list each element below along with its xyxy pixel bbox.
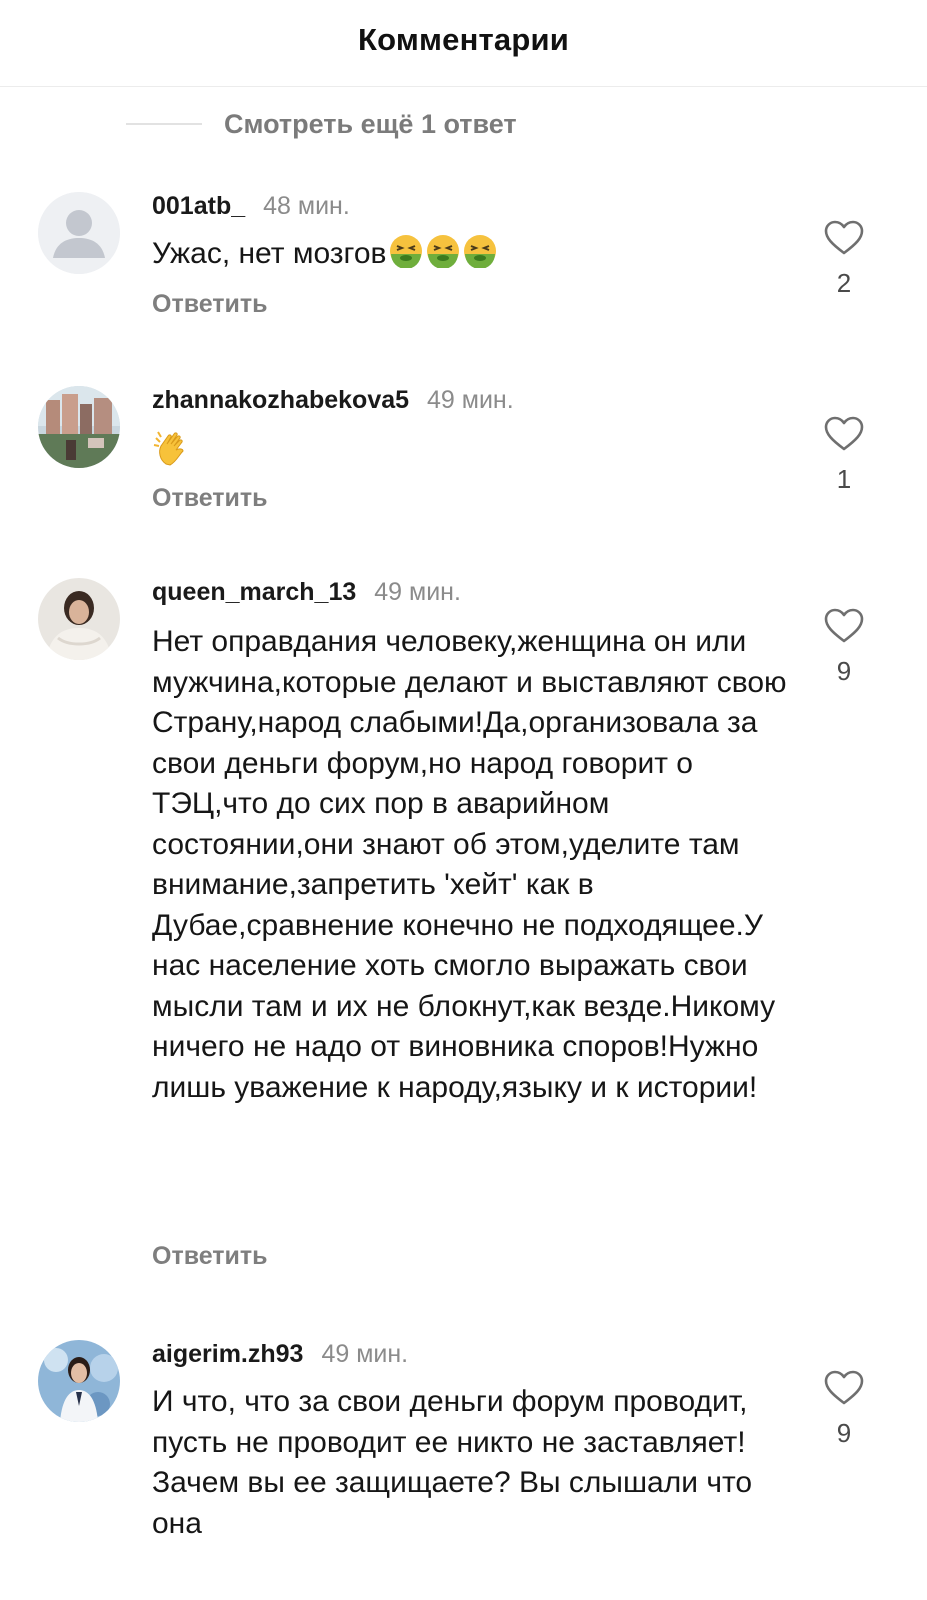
like-control: 2 — [822, 220, 866, 299]
comment-header: zhannakozhabekova5 49 мин. — [152, 386, 514, 415]
reply-button[interactable]: Ответить — [152, 290, 268, 319]
comment-time: 49 мин. — [427, 386, 514, 414]
like-count: 9 — [836, 656, 852, 686]
comment-time: 48 мин. — [263, 192, 350, 220]
comment-header: queen_march_13 49 мин. — [152, 578, 461, 607]
comment-time: 49 мин. — [321, 1340, 409, 1368]
like-control: 1 — [822, 416, 866, 495]
like-count: 1 — [836, 464, 852, 494]
comment-username[interactable]: queen_march_13 — [152, 578, 356, 607]
nauseated-face-icon — [389, 234, 423, 268]
comment-text: И что, что за свои деньги форум проводит… — [152, 1385, 753, 1540]
comment-username[interactable]: 001atb_ — [152, 192, 245, 221]
comment-text: Ужас, нет мозгов — [152, 234, 792, 275]
heart-icon[interactable] — [824, 1370, 864, 1406]
comments-header: Комментарии — [0, 0, 927, 87]
heart-icon[interactable] — [824, 220, 864, 256]
like-control: 9 — [822, 1370, 866, 1449]
nauseated-face-icon — [463, 234, 497, 268]
heart-icon[interactable] — [824, 416, 864, 452]
header-title: Комментарии — [358, 22, 569, 57]
nauseated-face-icon — [426, 234, 460, 268]
heart-icon[interactable] — [824, 608, 864, 644]
clapping-hands-icon — [152, 428, 192, 468]
comment-header: 001atb_ 48 мин. — [152, 192, 350, 221]
avatar[interactable] — [38, 578, 120, 660]
comment-username[interactable]: zhannakozhabekova5 — [152, 386, 409, 415]
avatar-photo — [38, 386, 120, 468]
comment-text: Нет оправдания человеку,женщина он или м… — [152, 625, 787, 1104]
reply-button[interactable]: Ответить — [152, 1242, 268, 1271]
comment-header: aigerim.zh93 49 мин. — [152, 1340, 408, 1369]
like-control: 9 — [822, 608, 866, 687]
avatar[interactable] — [38, 192, 120, 274]
reply-button[interactable]: Ответить — [152, 484, 268, 513]
comment-username[interactable]: aigerim.zh93 — [152, 1340, 303, 1369]
avatar-photo — [38, 1340, 120, 1422]
comment-text — [152, 428, 792, 480]
comments-sheet: Комментарии Смотреть ещё 1 ответ 001atb_… — [0, 0, 927, 1600]
view-more-replies-button[interactable]: Смотреть ещё 1 ответ — [126, 104, 517, 144]
default-avatar-icon — [38, 192, 120, 274]
like-count: 2 — [836, 268, 852, 298]
like-count: 9 — [836, 1418, 852, 1448]
comment-text-body: Ужас, нет мозгов — [152, 237, 387, 270]
more-replies-divider — [126, 123, 202, 125]
comment-time: 49 мин. — [374, 578, 461, 606]
avatar-photo — [38, 578, 120, 660]
more-replies-label: Смотреть ещё 1 ответ — [224, 108, 517, 139]
avatar[interactable] — [38, 1340, 120, 1422]
avatar[interactable] — [38, 386, 120, 468]
